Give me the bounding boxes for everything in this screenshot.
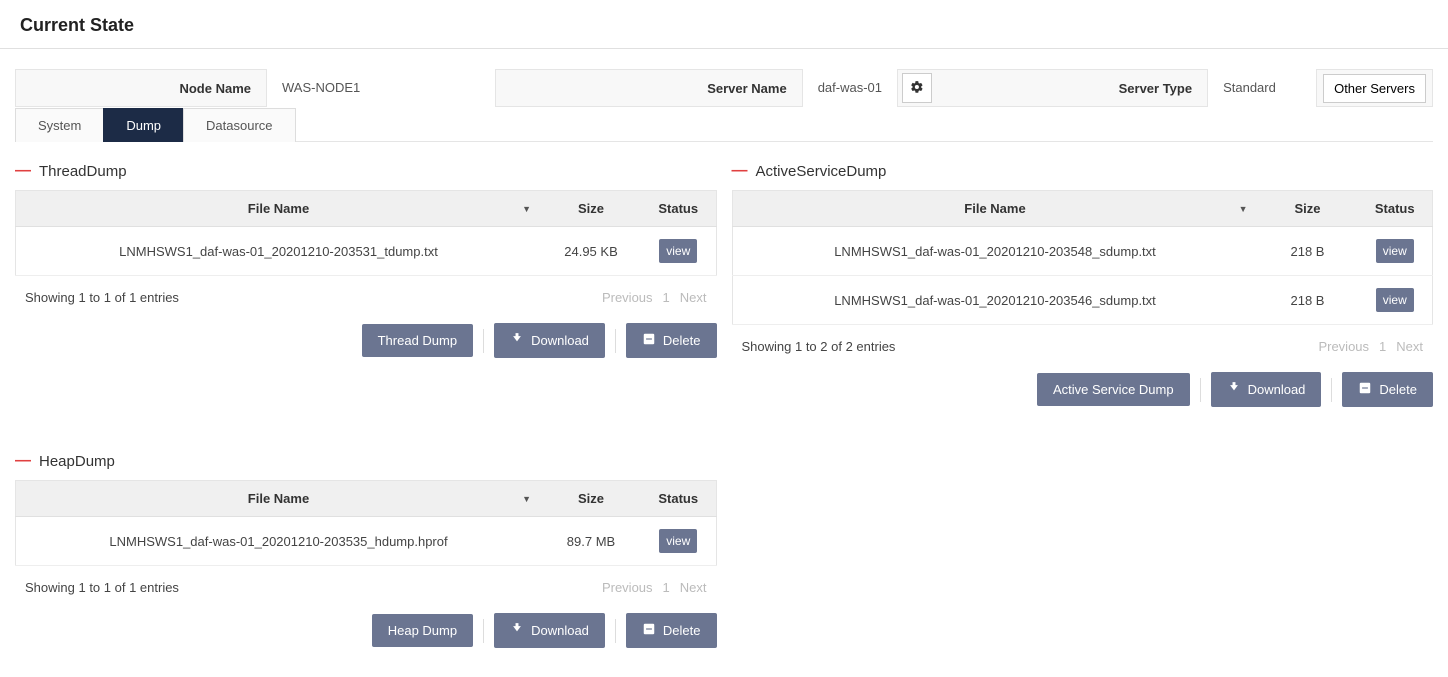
node-name-value: WAS-NODE1: [266, 69, 496, 107]
thread-dump-title: ThreadDump: [39, 163, 127, 180]
pager: Previous 1 Next: [602, 580, 707, 595]
next-button[interactable]: Next: [1396, 339, 1423, 354]
previous-button[interactable]: Previous: [602, 580, 653, 595]
col-status[interactable]: Status: [1358, 191, 1433, 227]
next-button[interactable]: Next: [680, 290, 707, 305]
table-row: LNMHSWS1_daf-was-01_20201210-203535_hdum…: [16, 517, 717, 566]
col-status[interactable]: Status: [641, 481, 716, 517]
heap-dump-table: File Name▼ Size Status LNMHSWS1_daf-was-…: [15, 480, 717, 566]
active-service-dump-panel: — ActiveServiceDump File Name▼ Size Stat…: [732, 162, 1434, 407]
server-name-value: daf-was-01: [802, 69, 898, 107]
active-service-dump-title: ActiveServiceDump: [756, 163, 887, 180]
col-file-name[interactable]: File Name▼: [16, 481, 542, 517]
node-name-label: Node Name: [16, 81, 266, 96]
sort-caret-icon: ▼: [522, 494, 531, 504]
server-type-value: Standard: [1207, 69, 1317, 107]
showing-text: Showing 1 to 1 of 1 entries: [25, 580, 179, 595]
active-service-dump-table: File Name▼ Size Status LNMHSWS1_daf-was-…: [732, 190, 1434, 325]
showing-text: Showing 1 to 1 of 1 entries: [25, 290, 179, 305]
separator: [615, 619, 616, 643]
info-bar: Node Name WAS-NODE1 Server Name daf-was-…: [15, 69, 1433, 107]
separator: [1200, 378, 1201, 402]
page-title: Current State: [0, 0, 1448, 49]
previous-button[interactable]: Previous: [602, 290, 653, 305]
heap-dump-button[interactable]: Heap Dump: [372, 614, 473, 647]
col-file-name[interactable]: File Name▼: [732, 191, 1258, 227]
tab-datasource[interactable]: Datasource: [183, 108, 295, 142]
download-icon: [510, 622, 524, 639]
showing-text: Showing 1 to 2 of 2 entries: [742, 339, 896, 354]
thread-dump-panel: — ThreadDump File Name▼ Size Status LNMH…: [15, 162, 717, 407]
collapse-icon[interactable]: —: [15, 452, 31, 470]
server-name-label: Server Name: [496, 81, 802, 96]
table-row: LNMHSWS1_daf-was-01_20201210-203548_sdum…: [732, 227, 1433, 276]
active-service-dump-button[interactable]: Active Service Dump: [1037, 373, 1190, 406]
minus-square-icon: [642, 622, 656, 639]
page-1[interactable]: 1: [1379, 339, 1386, 354]
next-button[interactable]: Next: [680, 580, 707, 595]
minus-square-icon: [1358, 381, 1372, 398]
tab-dump[interactable]: Dump: [103, 108, 184, 142]
collapse-icon[interactable]: —: [732, 162, 748, 180]
delete-button[interactable]: Delete: [626, 613, 717, 648]
separator: [483, 329, 484, 353]
sort-caret-icon: ▼: [522, 204, 531, 214]
download-icon: [1227, 381, 1241, 398]
col-size[interactable]: Size: [541, 481, 641, 517]
page-1[interactable]: 1: [663, 290, 670, 305]
separator: [483, 619, 484, 643]
heap-dump-title: HeapDump: [39, 453, 115, 470]
size-cell: 218 B: [1258, 227, 1358, 276]
table-row: LNMHSWS1_daf-was-01_20201210-203531_tdum…: [16, 227, 717, 276]
pager: Previous 1 Next: [1318, 339, 1423, 354]
sort-caret-icon: ▼: [1239, 204, 1248, 214]
view-button[interactable]: view: [1376, 239, 1414, 263]
size-cell: 89.7 MB: [541, 517, 641, 566]
file-name-cell: LNMHSWS1_daf-was-01_20201210-203531_tdum…: [16, 227, 542, 276]
view-button[interactable]: view: [659, 239, 697, 263]
pager: Previous 1 Next: [602, 290, 707, 305]
download-button[interactable]: Download: [1211, 372, 1322, 407]
server-settings-button[interactable]: [902, 73, 932, 103]
table-row: LNMHSWS1_daf-was-01_20201210-203546_sdum…: [732, 276, 1433, 325]
delete-button[interactable]: Delete: [1342, 372, 1433, 407]
col-status[interactable]: Status: [641, 191, 716, 227]
gear-icon: [910, 80, 924, 97]
separator: [1331, 378, 1332, 402]
tabs: System Dump Datasource: [15, 107, 1433, 142]
tab-system[interactable]: System: [15, 108, 104, 142]
thread-dump-table: File Name▼ Size Status LNMHSWS1_daf-was-…: [15, 190, 717, 276]
view-button[interactable]: view: [1376, 288, 1414, 312]
minus-square-icon: [642, 332, 656, 349]
col-size[interactable]: Size: [1258, 191, 1358, 227]
delete-button[interactable]: Delete: [626, 323, 717, 358]
file-name-cell: LNMHSWS1_daf-was-01_20201210-203535_hdum…: [16, 517, 542, 566]
separator: [615, 329, 616, 353]
download-button[interactable]: Download: [494, 323, 605, 358]
heap-dump-panel: — HeapDump File Name▼ Size Status LNMHSW…: [15, 452, 717, 648]
file-name-cell: LNMHSWS1_daf-was-01_20201210-203546_sdum…: [732, 276, 1258, 325]
collapse-icon[interactable]: —: [15, 162, 31, 180]
col-file-name[interactable]: File Name▼: [16, 191, 542, 227]
col-size[interactable]: Size: [541, 191, 641, 227]
page-1[interactable]: 1: [663, 580, 670, 595]
previous-button[interactable]: Previous: [1318, 339, 1369, 354]
download-icon: [510, 332, 524, 349]
file-name-cell: LNMHSWS1_daf-was-01_20201210-203548_sdum…: [732, 227, 1258, 276]
size-cell: 24.95 KB: [541, 227, 641, 276]
view-button[interactable]: view: [659, 529, 697, 553]
download-button[interactable]: Download: [494, 613, 605, 648]
server-type-label: Server Type: [932, 81, 1207, 96]
size-cell: 218 B: [1258, 276, 1358, 325]
thread-dump-button[interactable]: Thread Dump: [362, 324, 473, 357]
other-servers-button[interactable]: Other Servers: [1323, 74, 1426, 103]
